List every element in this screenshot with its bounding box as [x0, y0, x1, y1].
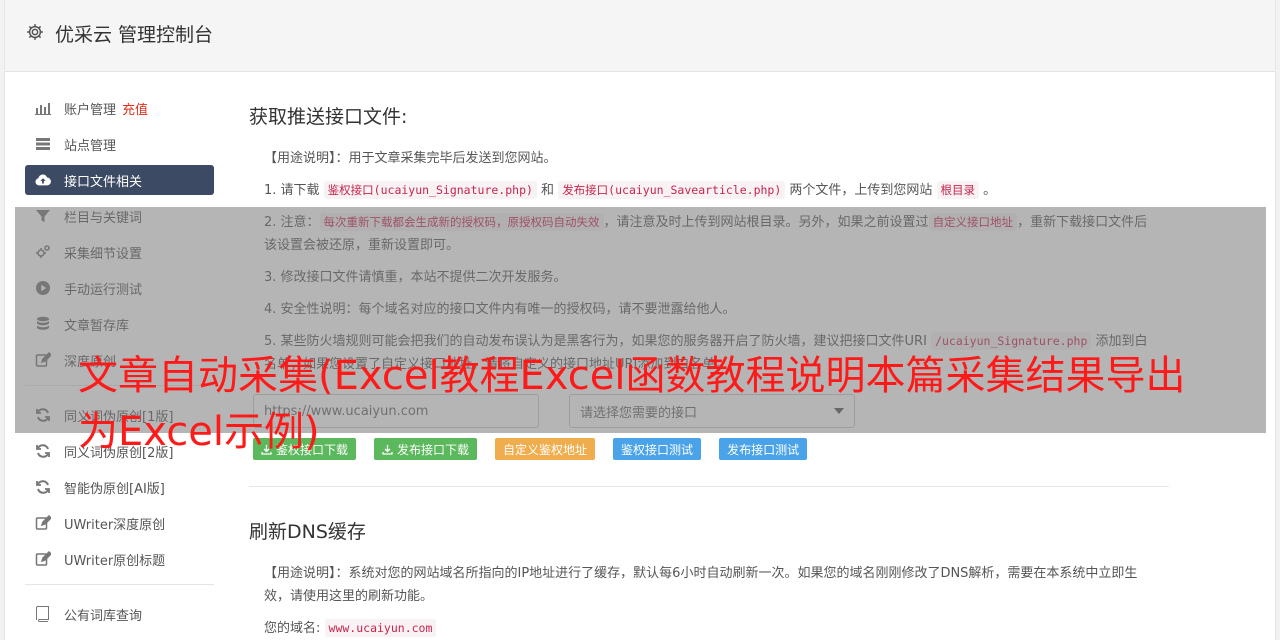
step-1: 1. 请下载 鉴权接口(ucaiyun_Signature.php) 和 发布接… — [264, 179, 1154, 202]
button-label: 发布接口测试 — [727, 442, 800, 457]
sidebar-item-columns-keywords[interactable]: 栏目与关键词 — [25, 201, 214, 231]
code-signature-uri: /ucaiyun_Signature.php — [931, 332, 1092, 350]
sidebar-item-label: 站点管理 — [64, 138, 117, 154]
step-text: 5. 某些防火墙规则可能会把我们的自动发布误认为是黑客行为，如果您的服务器开启了… — [264, 334, 932, 349]
sidebar-item-deep-original[interactable]: 深度原创 — [25, 345, 214, 375]
code-root-dir: 根目录 — [936, 181, 980, 199]
code-savearticle-file: 发布接口(ucaiyun_Savearticle.php) — [558, 181, 786, 199]
sidebar-item-label: UWriter原创标题 — [64, 553, 166, 569]
sidebar-item-label: 公有词库查询 — [64, 608, 143, 624]
usage-note: 【用途说明】：用于文章采集完毕后发送到您网站。 — [264, 151, 557, 166]
download-publish-button[interactable]: 发布接口下载 — [374, 438, 478, 460]
domain-label: 您的域名: — [264, 621, 321, 636]
sidebar: 账户管理 充值 站点管理 接口文件相关 栏目与关键词 采集细节设置 手动运行测试… — [25, 93, 214, 635]
section-title-interface-files: 获取推送接口文件: — [249, 106, 408, 128]
edit-icon — [35, 551, 51, 567]
test-publish-button[interactable]: 发布接口测试 — [719, 438, 808, 460]
database-icon — [35, 316, 51, 332]
sidebar-item-sites[interactable]: 站点管理 — [25, 129, 214, 159]
sidebar-item-uwriter-deep[interactable]: UWriter深度原创 — [25, 508, 214, 538]
sidebar-item-label: 智能伪原创[AI版] — [64, 481, 165, 497]
sidebar-item-label: 采集细节设置 — [64, 246, 143, 262]
sidebar-item-ai-original[interactable]: 智能伪原创[AI版] — [25, 472, 214, 502]
sidebar-item-label: 栏目与关键词 — [64, 210, 143, 226]
sidebar-item-label: 同义词伪原创[1版] — [64, 409, 174, 425]
sidebar-item-interface-files[interactable]: 接口文件相关 — [25, 165, 214, 195]
refresh-icon — [35, 443, 51, 459]
button-label: 鉴权接口下载 — [276, 442, 349, 457]
download-icon — [261, 444, 272, 455]
step-text: 。 — [979, 183, 997, 198]
sidebar-item-article-store[interactable]: 文章暂存库 — [25, 309, 214, 339]
code-custom-url: 自定义接口地址 — [928, 213, 1018, 231]
sidebar-item-label: 深度原创 — [64, 354, 117, 370]
edit-icon — [35, 352, 51, 368]
refresh-icon — [35, 479, 51, 495]
page-title: 优采云 管理控制台 — [55, 24, 214, 46]
step-4: 4. 安全性说明：每个域名对应的接口文件内有唯一的授权码，请不要泄露给他人。 — [264, 302, 736, 317]
sidebar-divider — [25, 385, 214, 386]
sidebar-item-label: UWriter深度原创 — [64, 517, 166, 533]
cloud-upload-icon — [35, 172, 51, 188]
action-buttons: 鉴权接口下载 发布接口下载 自定义鉴权地址 鉴权接口测试 发布接口测试 — [253, 438, 1169, 460]
download-signature-button[interactable]: 鉴权接口下载 — [253, 438, 357, 460]
step-text: 1. 请下载 — [264, 183, 324, 198]
step-3: 3. 修改接口文件请慎重，本站不提供二次开发服务。 — [264, 270, 567, 285]
sidebar-item-label: 手动运行测试 — [64, 282, 143, 298]
domain-value: www.ucaiyun.com — [324, 619, 437, 637]
select-placeholder: 请选择您需要的接口 — [580, 405, 698, 421]
refresh-icon — [35, 407, 51, 423]
sidebar-item-public-thesaurus[interactable]: 公有词库查询 — [25, 599, 214, 629]
sidebar-item-uwriter-title[interactable]: UWriter原创标题 — [25, 544, 214, 574]
step-2: 2. 注意： 每次重新下载都会生成新的授权码，原授权码自动失效 ，请注意及时上传到网… — [264, 211, 1154, 257]
sidebar-item-label: 接口文件相关 — [64, 174, 143, 190]
step-text: ，请注意及时上传到网站根目录。另外，如果之前设置过 — [603, 215, 929, 230]
step-text: 2. 注意： — [264, 215, 320, 230]
filter-icon — [35, 208, 51, 224]
dns-usage-note: 【用途说明】：系统对您的网站域名所指向的IP地址进行了缓存，默认每6小时自动刷新… — [264, 566, 1138, 604]
custom-signature-url-button[interactable]: 自定义鉴权地址 — [495, 438, 596, 460]
step-5: 5. 某些防火墙规则可能会把我们的自动发布误认为是黑客行为，如果您的服务器开启了… — [264, 330, 1154, 376]
interface-form: https://www.ucaiyun.com 请选择您需要的接口 — [253, 394, 1169, 428]
section-title-dns: 刷新DNS缓存 — [249, 521, 366, 543]
code-signature-file: 鉴权接口(ucaiyun_Signature.php) — [323, 181, 537, 199]
play-circle-icon — [35, 280, 51, 296]
bar-chart-icon — [35, 100, 51, 116]
sidebar-item-manual-run[interactable]: 手动运行测试 — [25, 273, 214, 303]
sidebar-item-label: 文章暂存库 — [64, 318, 130, 334]
interface-select[interactable]: 请选择您需要的接口 — [569, 394, 855, 428]
app-frame: 优采云 管理控制台 账户管理 充值 站点管理 接口文件相关 栏目与关键词 采集细… — [4, 0, 1276, 640]
sidebar-item-synonym-v1[interactable]: 同义词伪原创[1版] — [25, 400, 214, 430]
cogs-icon — [35, 244, 51, 260]
sidebar-divider — [25, 584, 214, 585]
book-icon — [35, 606, 51, 622]
sidebar-item-label: 账户管理 — [64, 102, 117, 118]
server-icon — [35, 136, 51, 152]
site-url-input[interactable]: https://www.ucaiyun.com — [253, 394, 539, 428]
step-text: 两个文件，上传到您网站 — [785, 183, 937, 198]
recharge-link[interactable]: 充值 — [122, 99, 148, 118]
download-icon — [382, 444, 393, 455]
code-warning: 每次重新下载都会生成新的授权码，原授权码自动失效 — [319, 213, 604, 231]
step-text: 和 — [536, 183, 559, 198]
domain-row: 您的域名: www.ucaiyun.com — [264, 617, 1154, 640]
sidebar-item-label: 同义词伪原创[2版] — [64, 445, 174, 461]
button-label: 自定义鉴权地址 — [503, 442, 588, 457]
button-label: 发布接口下载 — [397, 442, 470, 457]
test-signature-button[interactable]: 鉴权接口测试 — [613, 438, 702, 460]
section-divider — [249, 486, 1169, 487]
chevron-down-icon — [834, 408, 844, 414]
sidebar-item-account[interactable]: 账户管理 充值 — [25, 93, 214, 123]
sidebar-item-synonym-v2[interactable]: 同义词伪原创[2版] — [25, 436, 214, 466]
sidebar-item-collect-settings[interactable]: 采集细节设置 — [25, 237, 214, 267]
main-content: 获取推送接口文件: 【用途说明】：用于文章采集完毕后发送到您网站。 1. 请下载… — [249, 102, 1169, 640]
edit-icon — [35, 515, 51, 531]
gear-icon — [27, 24, 43, 40]
button-label: 鉴权接口测试 — [621, 442, 694, 457]
top-header: 优采云 管理控制台 — [5, 0, 1275, 72]
